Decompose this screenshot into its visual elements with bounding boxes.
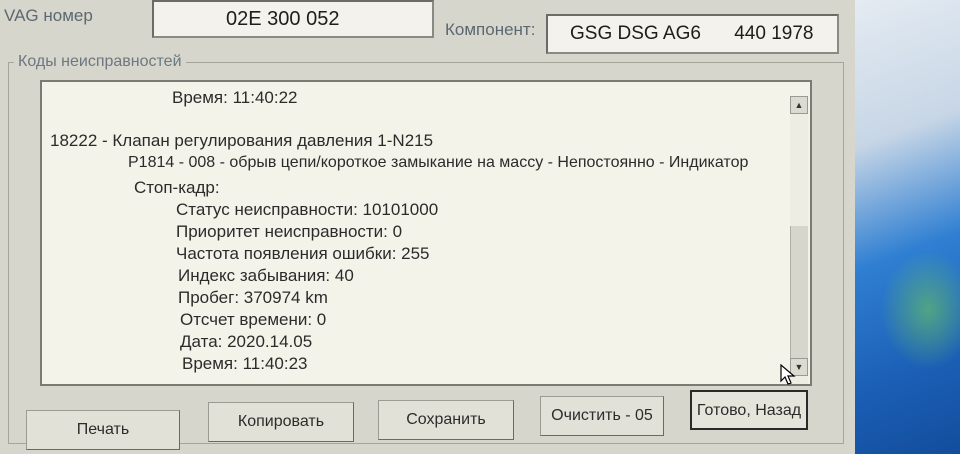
log-line-fault-status: Статус неисправности: 10101000 (176, 200, 439, 219)
save-button[interactable]: Сохранить (378, 400, 514, 440)
log-line-date: Дата: 2020.14.05 (180, 332, 313, 351)
done-back-button[interactable]: Готово, Назад (690, 390, 808, 430)
log-line-time-2: Время: 11:40:23 (182, 354, 308, 373)
log-line-fault-code: 18222 - Клапан регулирования давления 1-… (50, 131, 434, 150)
fault-log-textarea[interactable]: Время: 11:40:22 18222 - Клапан регулиров… (40, 80, 812, 386)
scroll-up-arrow-icon[interactable]: ▲ (790, 96, 808, 114)
component-name: GSG DSG AG6 (570, 23, 701, 44)
log-line-fault-frequency: Частота появления ошибки: 255 (176, 244, 430, 263)
print-button[interactable]: Печать (26, 410, 180, 450)
log-line-time-counter: Отсчет времени: 0 (180, 310, 327, 329)
component-code: 440 1978 (734, 23, 814, 44)
clear-button[interactable]: Очистить - 05 (540, 396, 664, 436)
vag-number-label: VAG номер (4, 6, 93, 25)
mouse-pointer-icon (780, 364, 796, 385)
log-line-fault-description: P1814 - 008 - обрыв цепи/короткое замыка… (128, 154, 749, 171)
log-scrollbar[interactable]: ▲ ▼ (790, 96, 808, 384)
fault-codes-window: VAG номер 02E 300 052 Компонент: GSG DSG… (0, 0, 855, 454)
log-line-mileage: Пробег: 370974 km (178, 288, 328, 307)
log-line-fault-priority: Приоритет неисправности: 0 (176, 222, 403, 241)
log-line-forget-index: Индекс забывания: 40 (178, 266, 354, 285)
log-line-time-1: Время: 11:40:22 (172, 88, 298, 107)
component-field: GSG DSG AG6 440 1978 (546, 14, 839, 54)
vag-number-value: 02E 300 052 (226, 8, 340, 30)
vag-number-field: 02E 300 052 (152, 0, 434, 38)
desktop-wallpaper-glow (880, 250, 960, 370)
fault-codes-group-title: Коды неисправностей (14, 53, 186, 71)
log-line-freeze-frame: Стоп-кадр: (134, 178, 220, 197)
desktop-background (855, 0, 960, 454)
copy-button[interactable]: Копировать (208, 402, 354, 442)
scroll-thumb[interactable] (790, 226, 808, 366)
component-label: Компонент: (445, 20, 536, 39)
